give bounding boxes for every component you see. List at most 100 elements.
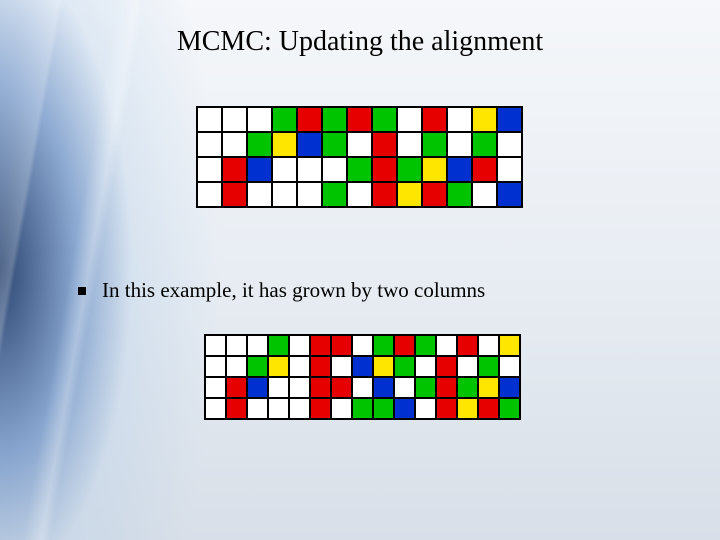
alignment-cell (322, 107, 347, 132)
alignment-cell (497, 157, 522, 182)
alignment-cell (331, 398, 352, 419)
alignment-grid-after (204, 334, 521, 420)
alignment-cell (272, 107, 297, 132)
alignment-cell (422, 132, 447, 157)
alignment-cell (222, 157, 247, 182)
alignment-cell (352, 356, 373, 377)
alignment-cell (205, 335, 226, 356)
alignment-cell (499, 398, 520, 419)
alignment-cell (436, 335, 457, 356)
alignment-cell (247, 335, 268, 356)
alignment-cell (289, 377, 310, 398)
alignment-cell (247, 157, 272, 182)
alignment-cell (373, 398, 394, 419)
alignment-cell (352, 377, 373, 398)
alignment-cell (297, 157, 322, 182)
alignment-cell (205, 377, 226, 398)
alignment-cell (472, 132, 497, 157)
alignment-cell (226, 377, 247, 398)
alignment-cell (394, 398, 415, 419)
alignment-cell (372, 157, 397, 182)
bullet-text: In this example, it has grown by two col… (102, 278, 485, 303)
alignment-cell (247, 182, 272, 207)
alignment-cell (478, 356, 499, 377)
alignment-cell (372, 182, 397, 207)
alignment-cell (478, 335, 499, 356)
alignment-cell (322, 132, 347, 157)
alignment-cell (436, 377, 457, 398)
alignment-cell (310, 356, 331, 377)
alignment-cell (397, 182, 422, 207)
alignment-cell (247, 377, 268, 398)
alignment-cell (331, 356, 352, 377)
alignment-cell (297, 107, 322, 132)
alignment-cell (226, 335, 247, 356)
alignment-cell (222, 182, 247, 207)
alignment-cell (322, 182, 347, 207)
alignment-cell (226, 398, 247, 419)
alignment-cell (205, 356, 226, 377)
alignment-cell (397, 157, 422, 182)
alignment-cell (310, 377, 331, 398)
alignment-cell (347, 182, 372, 207)
bullet-item: In this example, it has grown by two col… (78, 278, 485, 303)
alignment-cell (372, 132, 397, 157)
alignment-cell (297, 132, 322, 157)
alignment-cell (397, 107, 422, 132)
alignment-cell (497, 107, 522, 132)
alignment-cell (272, 182, 297, 207)
alignment-cell (472, 107, 497, 132)
alignment-cell (247, 107, 272, 132)
alignment-cell (297, 182, 322, 207)
alignment-cell (478, 377, 499, 398)
alignment-cell (222, 132, 247, 157)
alignment-cell (331, 335, 352, 356)
alignment-cell (472, 182, 497, 207)
alignment-cell (272, 132, 297, 157)
alignment-cell (268, 377, 289, 398)
alignment-cell (268, 356, 289, 377)
alignment-cell (447, 132, 472, 157)
alignment-cell (226, 356, 247, 377)
alignment-cell (436, 398, 457, 419)
slide-title: MCMC: Updating the alignment (0, 26, 720, 58)
alignment-cell (447, 182, 472, 207)
alignment-cell (197, 182, 222, 207)
alignment-cell (373, 356, 394, 377)
alignment-cell (422, 157, 447, 182)
alignment-cell (415, 377, 436, 398)
alignment-cell (447, 107, 472, 132)
alignment-grid-before (196, 106, 523, 208)
alignment-cell (397, 132, 422, 157)
alignment-cell (497, 132, 522, 157)
alignment-cell (422, 182, 447, 207)
alignment-cell (222, 107, 247, 132)
alignment-cell (472, 157, 497, 182)
alignment-cell (268, 398, 289, 419)
alignment-cell (289, 356, 310, 377)
alignment-cell (457, 377, 478, 398)
alignment-cell (394, 377, 415, 398)
alignment-cell (197, 157, 222, 182)
alignment-cell (373, 335, 394, 356)
alignment-cell (289, 398, 310, 419)
alignment-cell (289, 335, 310, 356)
alignment-cell (352, 335, 373, 356)
alignment-cell (499, 356, 520, 377)
alignment-cell (415, 356, 436, 377)
alignment-cell (322, 157, 347, 182)
bullet-icon (78, 287, 86, 295)
alignment-cell (497, 182, 522, 207)
alignment-cell (247, 356, 268, 377)
alignment-cell (205, 398, 226, 419)
alignment-cell (197, 107, 222, 132)
alignment-cell (347, 107, 372, 132)
alignment-cell (457, 398, 478, 419)
alignment-cell (394, 335, 415, 356)
alignment-cell (478, 398, 499, 419)
slide: MCMC: Updating the alignment In this exa… (0, 0, 720, 540)
alignment-cell (457, 335, 478, 356)
alignment-cell (372, 107, 397, 132)
alignment-cell (347, 157, 372, 182)
alignment-cell (310, 335, 331, 356)
